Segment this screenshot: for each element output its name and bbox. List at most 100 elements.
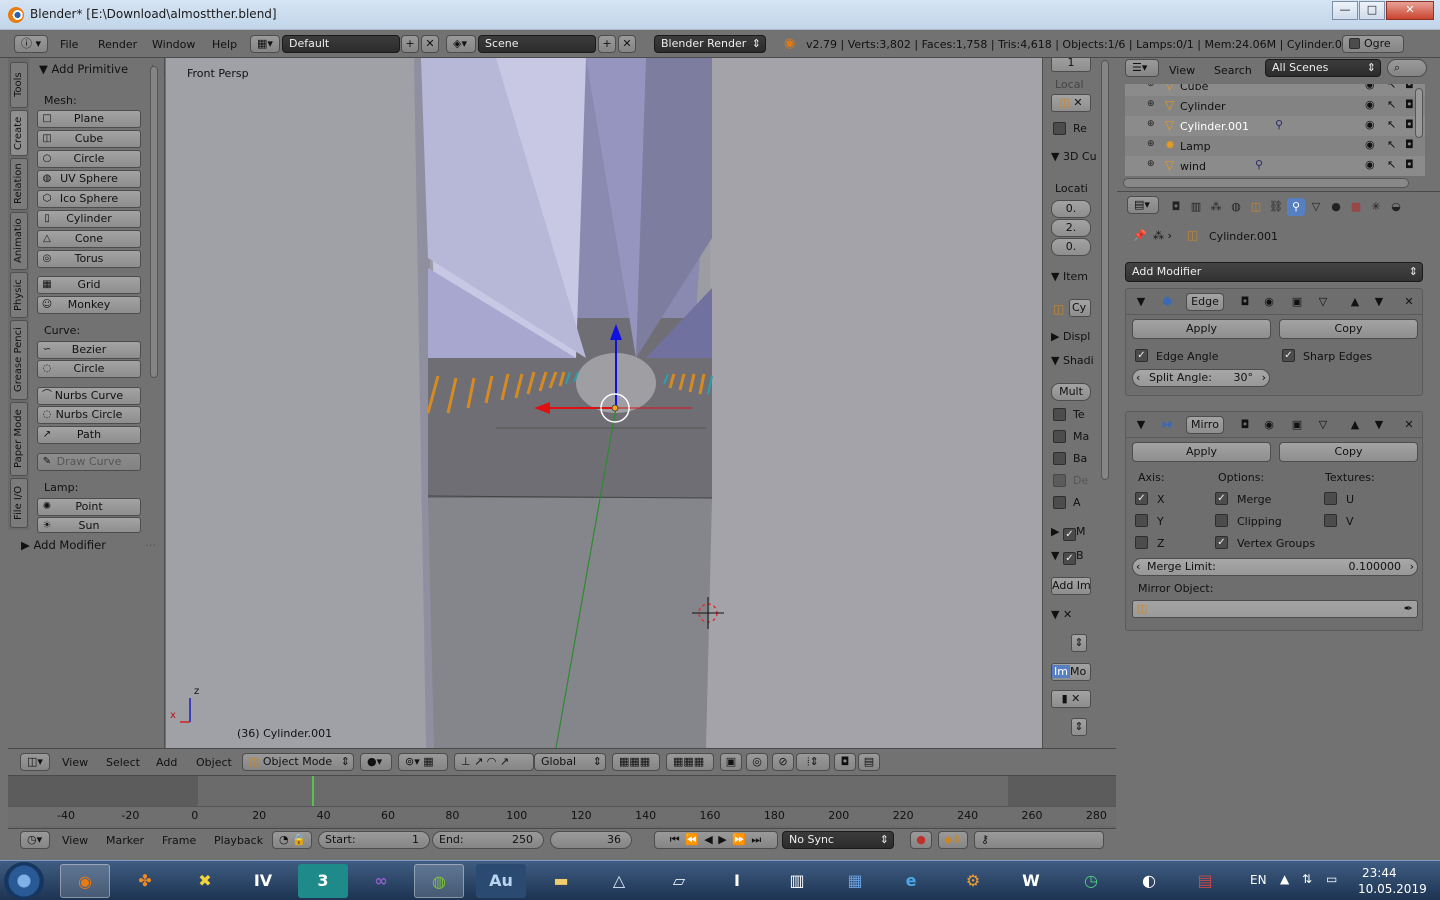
tab-relation[interactable]: Relation [10,158,28,210]
lock-layers-icon[interactable]: ▣ [720,753,742,771]
render-icon[interactable]: ◘ [1405,84,1414,91]
proportional-edit-icon[interactable]: ◎ [746,753,768,771]
tab-object-icon[interactable]: ◫ [1247,198,1265,216]
screen-layout-icon-button[interactable]: ▦▾ [250,35,280,53]
add-screen-button[interactable]: + [401,35,419,53]
end-frame-field[interactable]: End: 250 [432,831,544,849]
outliner-row-lamp[interactable]: ⊕ ✹ Lamp ◉ ↖ ◘ [1125,136,1425,156]
collapse-triangle-icon[interactable]: ▼ [1132,293,1150,311]
expand-icon[interactable]: ⊕ [1147,119,1155,129]
auto-keying-record-icon[interactable]: ● [910,831,932,849]
edge-split-apply-button[interactable]: Apply [1132,319,1271,339]
editor-type-timeline-button[interactable]: ◷▾ [20,831,50,849]
cage-toggle-icon[interactable]: ▽ [1314,416,1332,434]
tray-language[interactable]: EN [1250,873,1267,887]
add-bezier-button[interactable]: ∽ Bezier [37,341,141,359]
tab-data-icon[interactable]: ▽ [1307,198,1325,216]
playback-controls[interactable]: ⏮ ⏪ ◀ ▶ ⏩ ⏭ [654,831,778,849]
image-movie-toggle[interactable]: Im Mo [1051,663,1091,681]
close-icon[interactable]: ✕ [1063,608,1072,621]
remove-scene-button[interactable]: ✕ [618,35,636,53]
outliner-menu-search[interactable]: Search [1214,64,1252,77]
add-path-button[interactable]: ↗ Path [37,426,141,444]
transform-orientation-dropdown[interactable]: Global ⇕ [534,753,606,771]
tab-physics-icon[interactable]: ◒ [1387,198,1405,216]
pivot-point-dropdown[interactable]: ⊚▾ ▦ [398,753,448,771]
texture-v-checkbox[interactable] [1324,514,1337,527]
tab-texture-icon[interactable]: ▩ [1347,198,1365,216]
tab-render-icon[interactable]: ◘ [1167,198,1185,216]
edge-split-copy-button[interactable]: Copy [1279,319,1418,339]
outliner-vscrollbar[interactable] [1415,88,1423,138]
add-nurbs-circle-button[interactable]: ◌ Nurbs Circle [37,406,141,424]
snap-toggle-icon[interactable]: ⊘ [772,753,794,771]
editmode-toggle-icon[interactable]: ▣ [1288,293,1306,311]
view3d-menu-object[interactable]: Object [196,756,232,769]
current-frame-field[interactable]: 36 [550,831,632,849]
timeline-menu-marker[interactable]: Marker [106,834,144,847]
tab-modifiers-wrench-icon[interactable]: ⚲ [1287,198,1305,216]
scene-field[interactable]: Scene [478,35,596,53]
cursor-location-y-field[interactable]: 2. [1051,219,1091,237]
taskbar-audition-icon[interactable]: Au [476,864,526,898]
view3d-menu-select[interactable]: Select [106,756,140,769]
outliner-hscrollbar[interactable] [1123,178,1409,188]
local-camera-field[interactable]: ◫ ✕ [1051,94,1091,112]
view3d-menu-view[interactable]: View [62,756,88,769]
taskbar-piano-icon[interactable]: ▥ [772,864,822,898]
add-torus-button[interactable]: ◎ Torus [37,250,141,268]
tray-date[interactable]: 10.05.2019 [1358,882,1427,896]
mirror-axis-x-checkbox[interactable]: ✓ [1135,492,1148,505]
3d-viewport[interactable]: Front Persp (36) Cylinder.001 z x [166,58,1042,748]
tab-particles-icon[interactable]: ✳ [1367,198,1385,216]
add-cone-button[interactable]: △ Cone [37,230,141,248]
eye-icon[interactable]: ◉ [1365,138,1375,151]
depth-of-field-checkbox[interactable] [1053,474,1066,487]
eye-icon[interactable]: ◉ [1365,98,1375,111]
render-engine-dropdown[interactable]: Blender Render ⇕ [654,35,766,53]
render-border-checkbox[interactable] [1053,122,1066,135]
shading-mode-dropdown[interactable]: Mult [1051,383,1091,401]
pointer-icon[interactable]: ↖ [1387,158,1396,171]
timeline[interactable]: -40 -20 0 20 40 60 80 100 120 140 160 180 200 220 240 2… [8,776,1116,828]
taskbar-xnview-icon[interactable]: ✖ [180,864,230,898]
expand-icon[interactable]: ⊕ [1147,159,1155,169]
expand-icon[interactable]: ⊕ [1147,99,1155,109]
tab-scene-icon[interactable]: ⁂ [1207,198,1225,216]
add-circle-button[interactable]: ○ Circle [37,150,141,168]
add-uv-sphere-button[interactable]: ◍ UV Sphere [37,170,141,188]
taskbar-soundboard-icon[interactable]: ▦ [830,864,880,898]
sync-mode-dropdown[interactable]: No Sync ⇕ [782,831,894,849]
timeline-menu-view[interactable]: View [62,834,88,847]
tab-create[interactable]: Create [10,110,28,156]
add-cylinder-button[interactable]: ▯ Cylinder [37,210,141,228]
mirror-axis-y-checkbox[interactable] [1135,514,1148,527]
active-keying-set-field[interactable]: ⚷ [974,831,1104,849]
pointer-icon[interactable]: ↖ [1387,98,1396,111]
add-point-lamp-button[interactable]: ✺ Point [37,498,141,516]
editor-type-3dview-button[interactable]: ◫▾ [20,753,50,771]
snap-element-dropdown[interactable]: ⦙⇕ [796,753,830,771]
texture-u-checkbox[interactable] [1324,492,1337,505]
maximize-button[interactable]: □ [1359,1,1385,20]
menu-window[interactable]: Window [152,38,195,51]
add-modifier-panel-header[interactable]: ▶ Add Modifier [21,538,106,552]
taskbar-iv-icon[interactable]: IV [238,864,288,898]
outliner-row-cylinder[interactable]: ⊕ ▽ Cylinder ◉ ↖ ◘ [1125,96,1425,116]
tab-file-io[interactable]: File I/O [10,478,28,528]
ogre-toggle[interactable]: Ogre [1342,35,1404,53]
tray-display-icon[interactable]: ▭ [1326,872,1337,886]
mirror-axis-z-checkbox[interactable] [1135,536,1148,549]
tab-physics[interactable]: Physic [10,272,28,318]
render-icon[interactable]: ◘ [1405,98,1414,111]
item-name-field[interactable]: Cy [1069,299,1091,317]
start-button-windows-icon[interactable] [4,862,44,900]
add-ico-sphere-button[interactable]: ⬡ Ico Sphere [37,190,141,208]
tab-animation[interactable]: Animatio [10,212,28,270]
eye-icon[interactable]: ◉ [1365,84,1375,91]
tab-constraints-icon[interactable]: ⛓ [1267,198,1285,216]
opengl-render-icon[interactable]: ◘ [834,753,856,771]
taskbar-clock-app-icon[interactable]: ◷ [1066,864,1116,898]
add-plane-button[interactable]: □ Plane [37,110,141,128]
layer-field[interactable]: 1 [1051,58,1091,72]
